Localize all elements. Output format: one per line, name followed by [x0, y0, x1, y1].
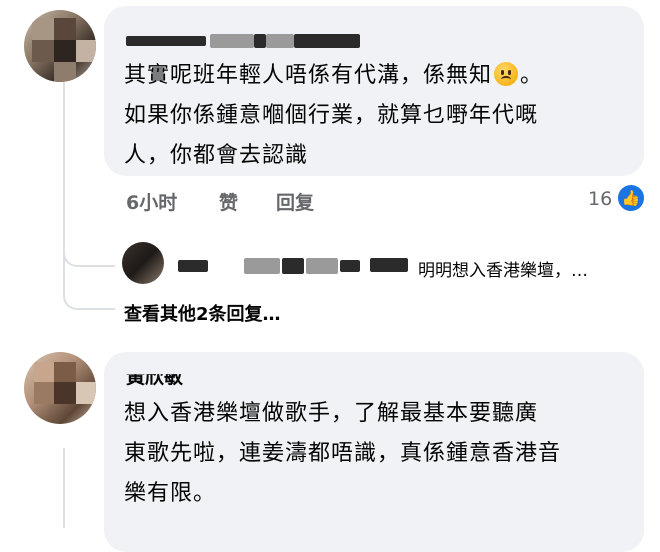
sad-face-emoji	[494, 62, 519, 86]
redacted-reply-name	[370, 258, 408, 272]
avatar[interactable]	[24, 352, 96, 424]
like-button[interactable]: 赞	[219, 188, 238, 215]
reply-button[interactable]: 回复	[276, 188, 314, 215]
like-count[interactable]: 16	[588, 188, 612, 210]
redacted-reply-name	[178, 260, 208, 272]
redacted-name	[126, 36, 206, 46]
redacted-reply-name	[244, 258, 280, 274]
comment-text: 其實呢班年輕人唔係有代溝，係無知。 如果你係鍾意嗰個行業，就算乜嘢年代嘅 人，你…	[124, 62, 544, 168]
view-more-replies-link[interactable]: 查看其他2条回复…	[124, 300, 281, 326]
redacted-name	[266, 34, 294, 48]
avatar[interactable]	[24, 10, 96, 82]
redacted-name	[294, 34, 360, 48]
thread-connector	[63, 262, 115, 310]
redacted-reply-name	[306, 258, 338, 274]
comment-text: 想入香港樂壇做歌手，了解最基本要聽廣 東歌先啦，連姜濤都唔識，真係鍾意香港音 樂…	[124, 401, 562, 506]
redacted-reply-name	[340, 260, 360, 272]
redacted-name	[254, 34, 266, 48]
reply-preview-text[interactable]: 明明想入香港樂壇，…	[418, 256, 588, 281]
thread-connector	[63, 225, 115, 267]
comment-bubble: 其實呢班年輕人唔係有代溝，係無知。 如果你係鍾意嗰個行業，就算乜嘢年代嘅 人，你…	[104, 6, 644, 176]
thread-line	[63, 448, 65, 528]
redacted-reply-name	[282, 258, 304, 274]
reply-avatar[interactable]	[122, 242, 164, 284]
comment-time[interactable]: 6小时	[126, 188, 177, 215]
comment-bubble: 黃欣敏 想入香港樂壇做歌手，了解最基本要聽廣 東歌先啦，連姜濤都唔識，真係鍾意香…	[104, 352, 644, 552]
commenter-name[interactable]: 黃欣敏	[126, 374, 183, 389]
redacted-name	[210, 34, 254, 48]
thumbs-up-icon[interactable]: 👍	[616, 183, 646, 213]
